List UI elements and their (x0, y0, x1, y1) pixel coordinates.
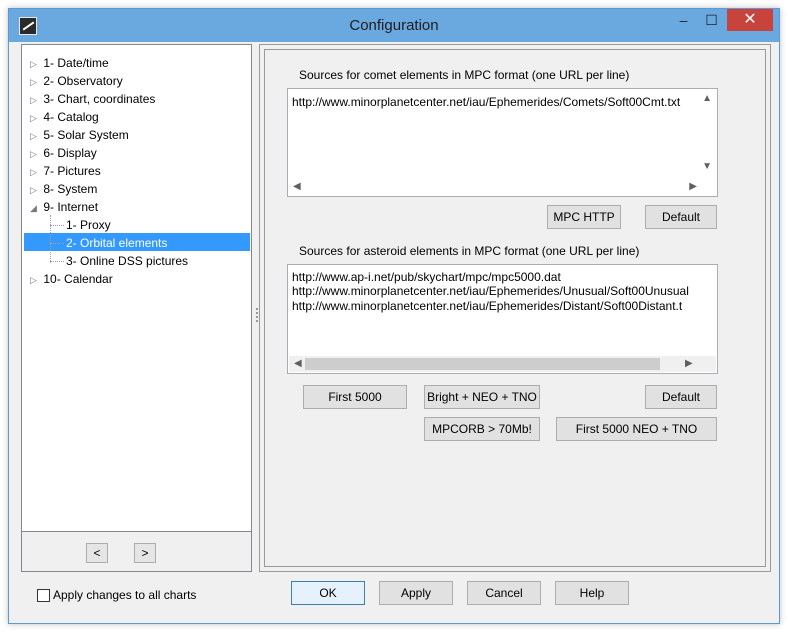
apply-button[interactable]: Apply (379, 581, 453, 605)
expand-icon[interactable]: ▷ (30, 91, 40, 109)
asteroid-sources-textarea[interactable]: http://www.ap-i.net/pub/skychart/mpc/mpc… (287, 264, 718, 374)
maximize-button[interactable]: ☐ (697, 9, 726, 31)
page-frame: Sources for comet elements in MPC format… (264, 49, 766, 567)
expand-icon[interactable]: ▷ (30, 145, 40, 163)
configuration-window: Configuration – ☐ ✕ ▷ 1- Date/time ▷ 2- … (8, 8, 780, 624)
help-button[interactable]: Help (555, 581, 629, 605)
scroll-left-icon[interactable]: ◀ (293, 181, 301, 192)
asteroid-url-line: http://www.minorplanetcenter.net/iau/Eph… (292, 284, 689, 298)
ok-button[interactable]: OK (291, 581, 365, 605)
tree-item-date-time[interactable]: ▷ 1- Date/time (30, 54, 109, 72)
expand-icon[interactable]: ▷ (30, 109, 40, 127)
bright-neo-tno-button[interactable]: Bright + NEO + TNO (424, 385, 540, 409)
asteroid-sources-label: Sources for asteroid elements in MPC for… (299, 244, 640, 258)
expand-icon[interactable]: ▷ (30, 181, 40, 199)
comet-default-button[interactable]: Default (645, 205, 717, 229)
scroll-thumb[interactable] (305, 358, 660, 370)
asteroid-url-line: http://www.minorplanetcenter.net/iau/Eph… (292, 299, 683, 313)
tree-connector (50, 261, 64, 262)
expand-icon[interactable]: ▷ (30, 55, 40, 73)
scroll-right-icon[interactable]: ▶ (689, 181, 697, 192)
tree-connector (50, 225, 64, 226)
asteroid-default-button[interactable]: Default (645, 385, 717, 409)
settings-tree[interactable]: ▷ 1- Date/time ▷ 2- Observatory ▷ 3- Cha… (21, 44, 252, 532)
scroll-down-icon[interactable]: ▼ (702, 161, 712, 172)
asteroid-url-line: http://www.ap-i.net/pub/skychart/mpc/mpc… (292, 270, 561, 284)
orbital-elements-page: Sources for comet elements in MPC format… (259, 44, 771, 572)
scroll-right-icon[interactable]: ▶ (685, 358, 693, 369)
expand-icon[interactable]: ▷ (30, 271, 40, 289)
tree-item-solar-system[interactable]: ▷ 5- Solar System (30, 126, 129, 144)
tree-item-internet[interactable]: ◢ 9- Internet (30, 198, 98, 216)
asteroid-horizontal-scrollbar[interactable]: ◀ ▶ (289, 356, 716, 372)
apply-all-checkbox[interactable] (37, 589, 50, 602)
tree-item-chart-coordinates[interactable]: ▷ 3- Chart, coordinates (30, 90, 155, 108)
expand-icon[interactable]: ▷ (30, 73, 40, 91)
apply-all-label: Apply changes to all charts (53, 588, 197, 602)
expand-icon[interactable]: ▷ (30, 127, 40, 145)
first-5000-neo-tno-button[interactable]: First 5000 NEO + TNO (556, 417, 717, 441)
mpcorb-button[interactable]: MPCORB > 70Mb! (424, 417, 540, 441)
tree-item-catalog[interactable]: ▷ 4- Catalog (30, 108, 99, 126)
tree-connector (50, 243, 64, 244)
tree-connector (50, 215, 51, 263)
scroll-left-icon[interactable]: ◀ (294, 358, 302, 369)
tree-item-calendar[interactable]: ▷ 10- Calendar (30, 270, 113, 288)
expand-icon[interactable]: ▷ (30, 163, 40, 181)
cancel-button[interactable]: Cancel (467, 581, 541, 605)
scroll-up-icon[interactable]: ▲ (702, 93, 712, 104)
tree-item-observatory[interactable]: ▷ 2- Observatory (30, 72, 123, 90)
window-title: Configuration (349, 17, 439, 34)
mpc-http-button[interactable]: MPC HTTP (547, 205, 621, 229)
tree-item-system[interactable]: ▷ 8- System (30, 180, 97, 198)
title-bar[interactable]: Configuration – ☐ ✕ (9, 9, 779, 42)
tree-item-pictures[interactable]: ▷ 7- Pictures (30, 162, 101, 180)
tree-item-online-dss-pictures[interactable]: 3- Online DSS pictures (66, 252, 188, 270)
tree-item-orbital-elements[interactable]: 2- Orbital elements (66, 234, 167, 252)
comet-sources-textarea[interactable]: http://www.minorplanetcenter.net/iau/Eph… (287, 88, 718, 197)
minimize-button[interactable]: – (669, 9, 698, 31)
tree-navigation: < > (21, 532, 252, 572)
close-button[interactable]: ✕ (727, 9, 773, 31)
tree-item-display[interactable]: ▷ 6- Display (30, 144, 97, 162)
first-5000-button[interactable]: First 5000 (303, 385, 407, 409)
tree-item-proxy[interactable]: 1- Proxy (66, 216, 111, 234)
next-page-button[interactable]: > (134, 543, 156, 563)
previous-page-button[interactable]: < (86, 543, 108, 563)
comet-url-line: http://www.minorplanetcenter.net/iau/Eph… (292, 95, 681, 109)
collapse-icon[interactable]: ◢ (30, 199, 40, 217)
comet-sources-label: Sources for comet elements in MPC format… (299, 68, 630, 82)
